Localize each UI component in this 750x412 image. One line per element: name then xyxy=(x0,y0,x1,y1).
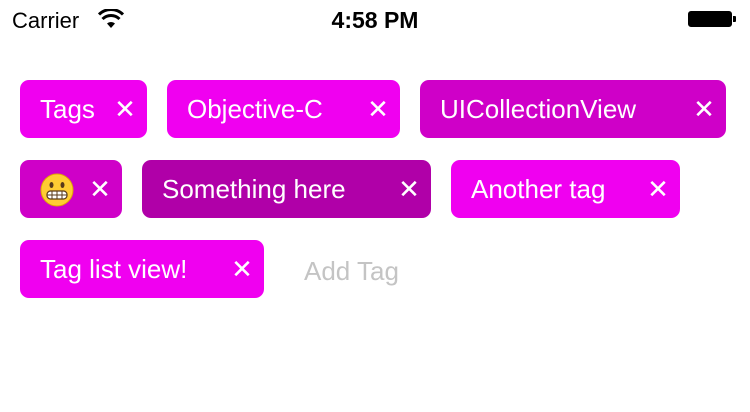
add-tag-input[interactable] xyxy=(304,254,504,288)
close-icon[interactable]: ✕ xyxy=(367,94,389,124)
close-icon[interactable]: ✕ xyxy=(231,254,253,284)
close-icon[interactable]: ✕ xyxy=(89,174,111,204)
battery-icon xyxy=(688,11,740,29)
close-icon[interactable]: ✕ xyxy=(693,94,715,124)
tag-chip[interactable]: Another tag ✕ xyxy=(451,160,680,218)
tag-chip[interactable]: Tags ✕ xyxy=(20,80,147,138)
tag-chip[interactable]: Something here ✕ xyxy=(142,160,431,218)
tag-label: Something here xyxy=(162,174,346,204)
status-time: 4:58 PM xyxy=(331,7,419,33)
tag-chip[interactable]: UICollectionView ✕ xyxy=(420,80,726,138)
tag-chip[interactable]: Objective-C ✕ xyxy=(167,80,400,138)
tag-label: Another tag xyxy=(471,174,606,204)
tag-label: Tag list view! xyxy=(40,254,188,284)
close-icon[interactable]: ✕ xyxy=(647,174,669,204)
tag-chip[interactable]: ✕ xyxy=(20,160,122,218)
grimacing-face-emoji-icon xyxy=(40,173,74,207)
status-bar: Carrier 4:58 PM xyxy=(0,0,750,40)
close-icon[interactable]: ✕ xyxy=(398,174,420,204)
close-icon[interactable]: ✕ xyxy=(114,94,136,124)
tag-label: UICollectionView xyxy=(440,94,637,124)
tag-label: Objective-C xyxy=(187,94,323,124)
tag-chip[interactable]: Tag list view! ✕ xyxy=(20,240,264,298)
tag-label: Tags xyxy=(40,94,95,124)
